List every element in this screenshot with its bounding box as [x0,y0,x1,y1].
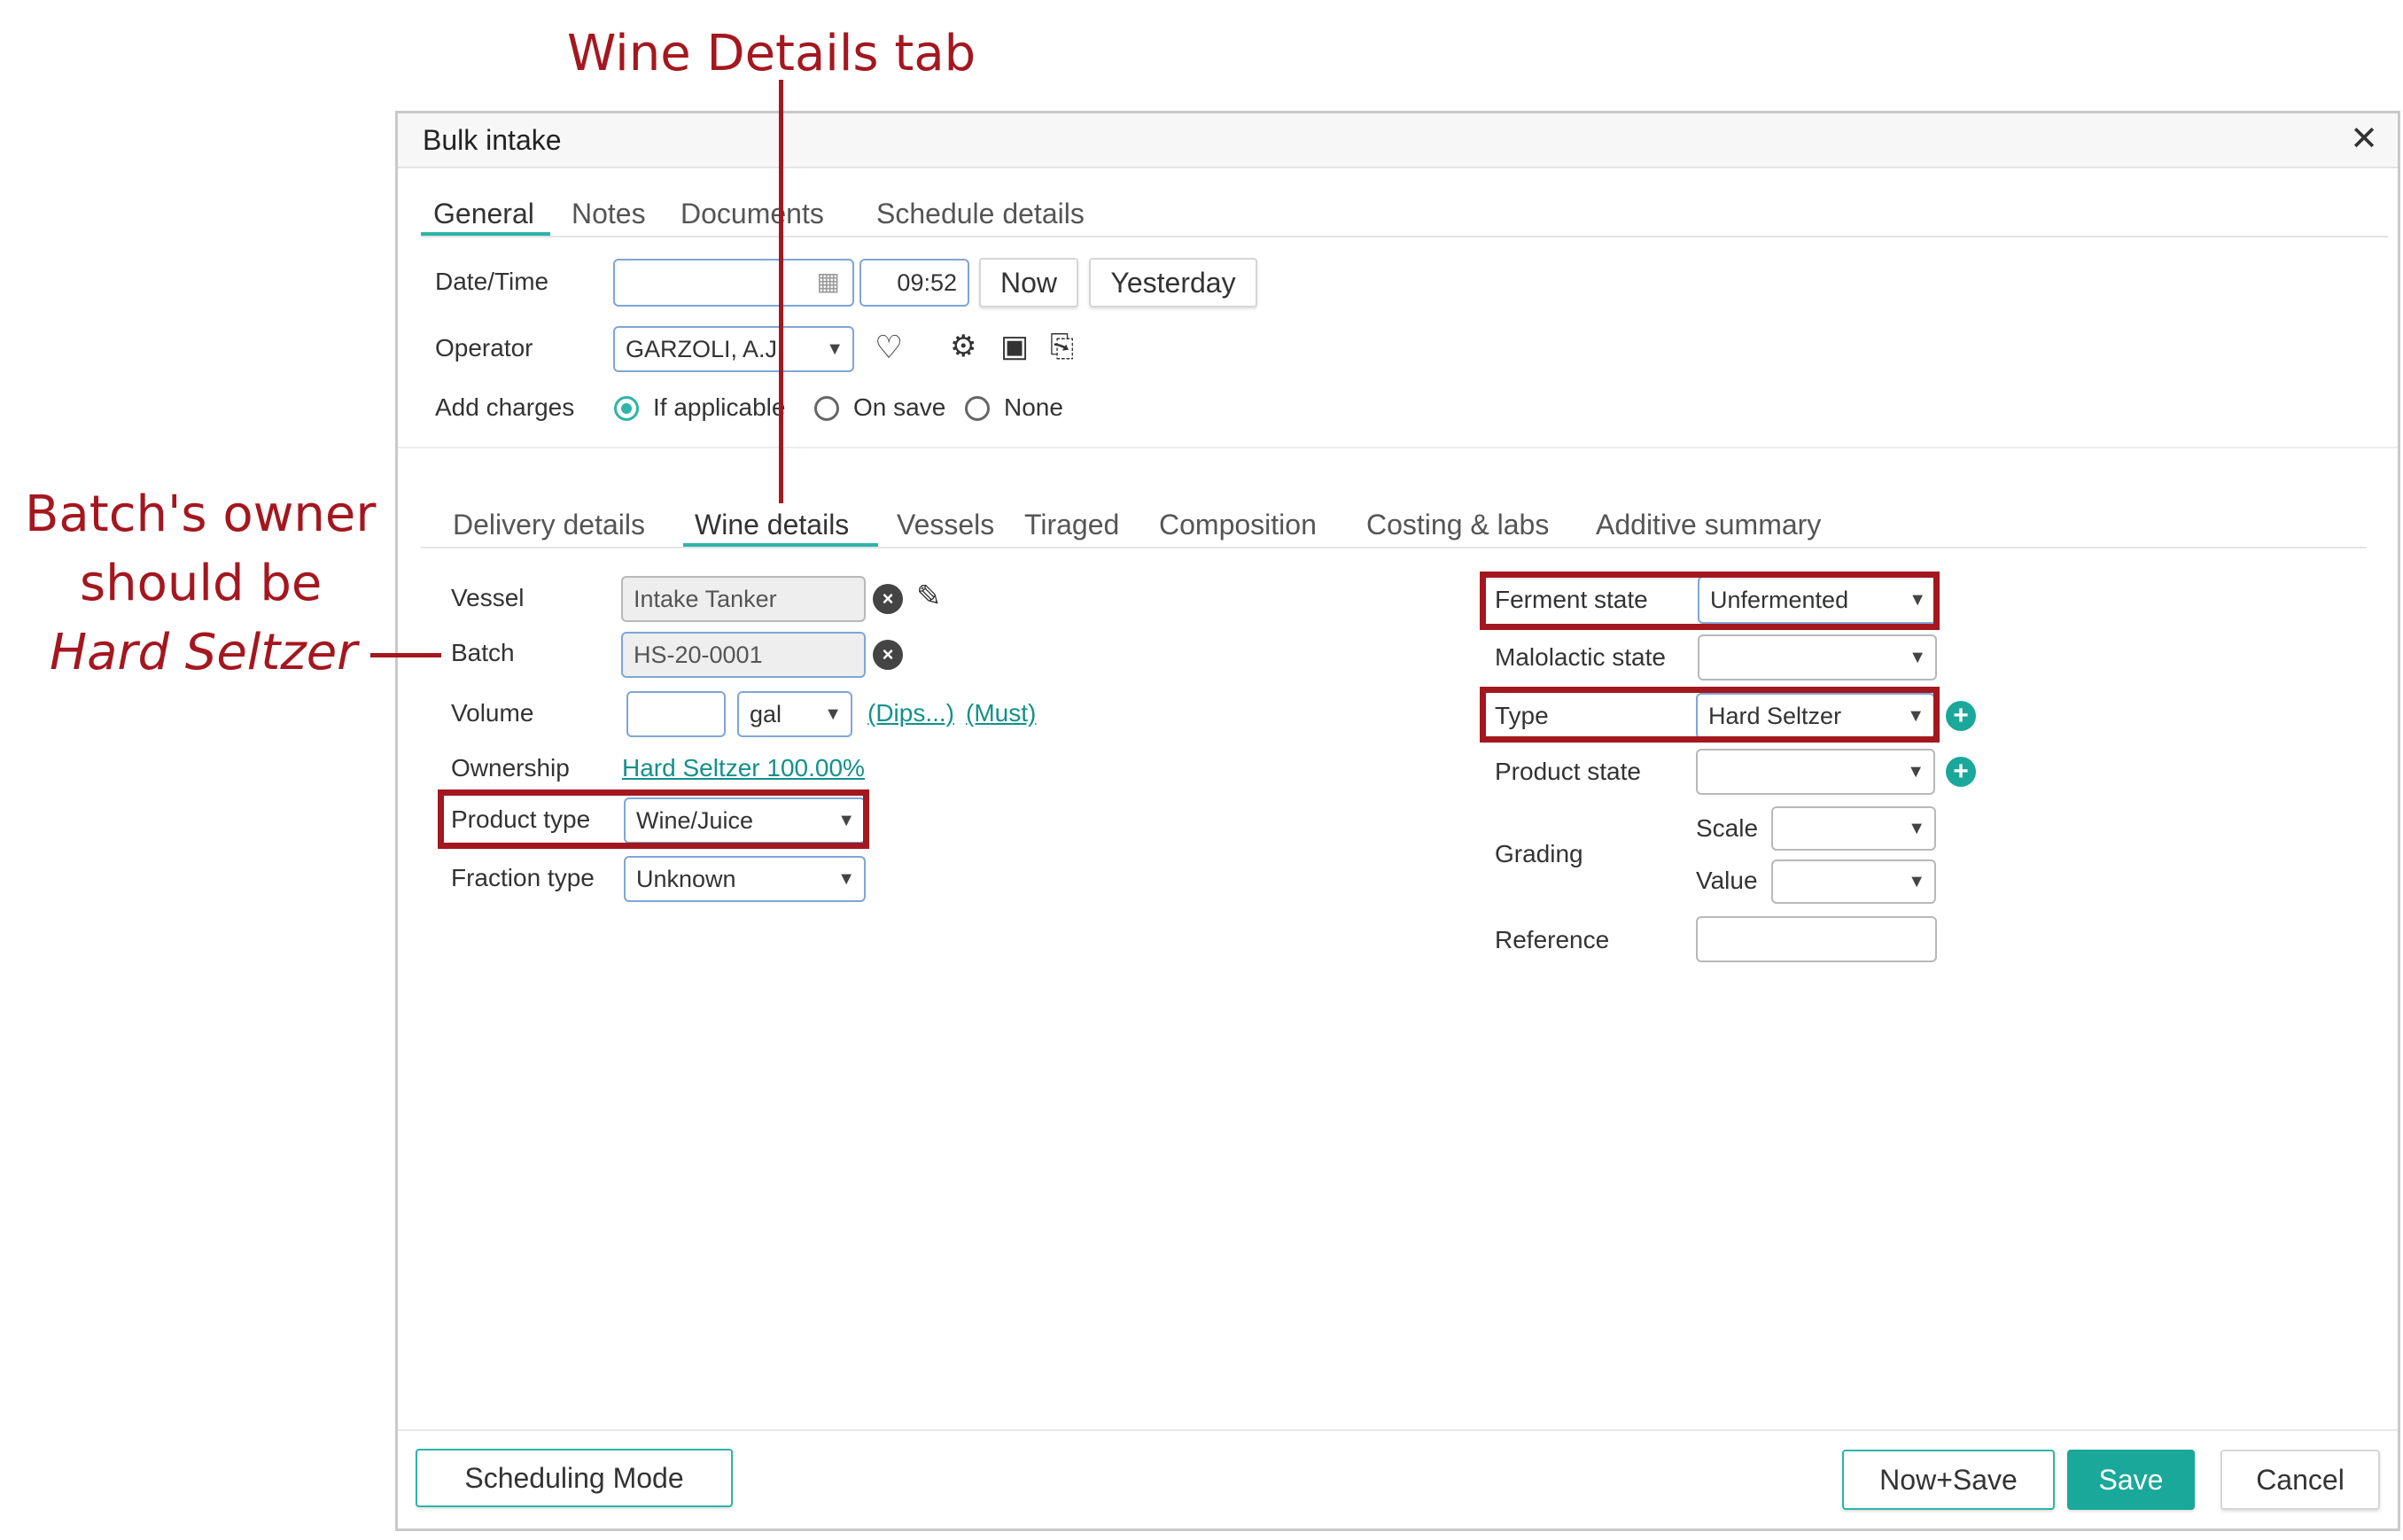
tab-additive-summary[interactable]: Additive summary [1596,509,1821,541]
pencil-icon[interactable]: ✎ [916,581,942,611]
sub-tabs-rule [421,547,2367,548]
contact-card-icon[interactable]: ▣ [1000,331,1029,362]
chevron-down-icon: ▼ [1909,648,1926,667]
product-state-select[interactable]: ▼ [1696,749,1935,795]
dialog-titlebar: Bulk intake ✕ [398,113,2398,168]
tab-delivery-details[interactable]: Delivery details [453,509,645,541]
clear-batch-icon[interactable]: × [873,640,903,670]
save-button[interactable]: Save [2067,1450,2195,1510]
annotation-pointer-wine-tab [779,80,783,503]
annotation-batch-owner-line1: Batch's owner [25,486,377,543]
ownership-label: Ownership [451,754,570,782]
radio-if-applicable[interactable] [614,396,639,421]
annotation-wine-details-tab: Wine Details tab [567,25,976,82]
cancel-button[interactable]: Cancel [2220,1450,2380,1510]
operator-value: GARZOLI, A.J. [626,335,784,362]
highlight-type [1480,687,1940,743]
document-icon[interactable]: ⎘ [1050,331,1074,362]
time-value: 09:52 [897,268,957,296]
top-tabs-rule [421,236,2388,237]
tab-vessels[interactable]: Vessels [897,509,994,541]
clear-vessel-icon[interactable]: × [873,584,903,614]
batch-input[interactable]: HS-20-0001 [621,632,866,678]
date-time-label: Date/Time [435,268,549,295]
tab-documents[interactable]: Documents [680,198,824,230]
tab-wine-details[interactable]: Wine details [695,509,849,541]
date-input[interactable]: ▦ [613,259,854,307]
tab-general[interactable]: General [433,198,534,230]
ownership-link[interactable]: Hard Seltzer 100.00% [622,754,865,782]
add-product-state-icon[interactable]: + [1946,757,1976,787]
grading-label: Grading [1495,840,1583,867]
tab-composition[interactable]: Composition [1159,509,1317,541]
fraction-type-select[interactable]: Unknown ▼ [624,856,866,902]
annotation-pointer-batch [370,653,441,657]
time-input[interactable]: 09:52 [859,259,969,307]
must-link[interactable]: (Must) [966,699,1036,727]
grading-scale-select[interactable]: ▼ [1771,806,1936,851]
vessel-label: Vessel [451,584,525,611]
chevron-down-icon: ▼ [826,339,844,359]
annotation-batch-owner-line3: Hard Seltzer [50,624,358,681]
now-button[interactable]: Now [979,258,1078,307]
vessel-value: Intake Tanker [634,585,777,612]
yesterday-button[interactable]: Yesterday [1089,258,1257,307]
section-divider [398,447,2398,448]
grading-scale-label: Scale [1696,814,1759,842]
reference-label: Reference [1495,926,1610,953]
dips-link[interactable]: (Dips...) [867,699,954,727]
radio-on-save-label[interactable]: On save [853,393,945,422]
radio-on-save[interactable] [814,396,839,421]
volume-unit-value: gal [750,700,782,727]
close-icon[interactable]: ✕ [2350,122,2378,156]
radio-none[interactable] [965,396,990,421]
fraction-type-label: Fraction type [451,864,595,891]
grading-value-label: Value [1696,867,1758,894]
tab-costing-labs[interactable]: Costing & labs [1366,509,1549,541]
volume-label: Volume [451,699,534,727]
batch-label: Batch [451,639,515,666]
operator-select[interactable]: GARZOLI, A.J. ▼ [613,326,854,372]
volume-unit-select[interactable]: gal ▼ [737,691,852,737]
scheduling-mode-button[interactable]: Scheduling Mode [416,1449,733,1507]
batch-value: HS-20-0001 [634,641,763,668]
tab-notes[interactable]: Notes [572,198,646,230]
grading-value-select[interactable]: ▼ [1771,859,1936,904]
chevron-down-icon: ▼ [1907,762,1925,782]
chevron-down-icon: ▼ [1908,872,1925,891]
annotation-batch-owner-line2: should be [80,555,323,612]
chevron-down-icon: ▼ [824,704,842,724]
malolactic-state-label: Malolactic state [1495,643,1666,671]
tab-tiraged[interactable]: Tiraged [1024,509,1119,541]
add-type-icon[interactable]: + [1946,701,1976,731]
malolactic-state-select[interactable]: ▼ [1698,634,1937,681]
add-charges-label: Add charges [435,393,575,421]
highlight-ferment-state [1480,572,1940,630]
radio-if-applicable-label[interactable]: If applicable [653,393,785,422]
gear-icon[interactable]: ⚙ [950,331,976,362]
chevron-down-icon: ▼ [1908,819,1925,838]
dialog-title: Bulk intake [423,124,562,156]
fraction-type-value: Unknown [636,865,736,892]
vessel-input[interactable]: Intake Tanker [621,576,866,622]
now-save-button[interactable]: Now+Save [1842,1450,2055,1510]
calendar-icon[interactable]: ▦ [817,269,840,294]
heart-icon[interactable]: ♡ [875,331,903,363]
chevron-down-icon: ▼ [837,869,855,889]
product-state-label: Product state [1495,758,1641,785]
operator-label: Operator [435,334,533,362]
radio-none-label[interactable]: None [1004,393,1063,422]
footer-divider [398,1429,2398,1431]
highlight-product-type [438,789,869,849]
volume-input[interactable] [626,691,726,737]
reference-input[interactable] [1696,916,1937,962]
tab-schedule-details[interactable]: Schedule details [876,198,1085,230]
